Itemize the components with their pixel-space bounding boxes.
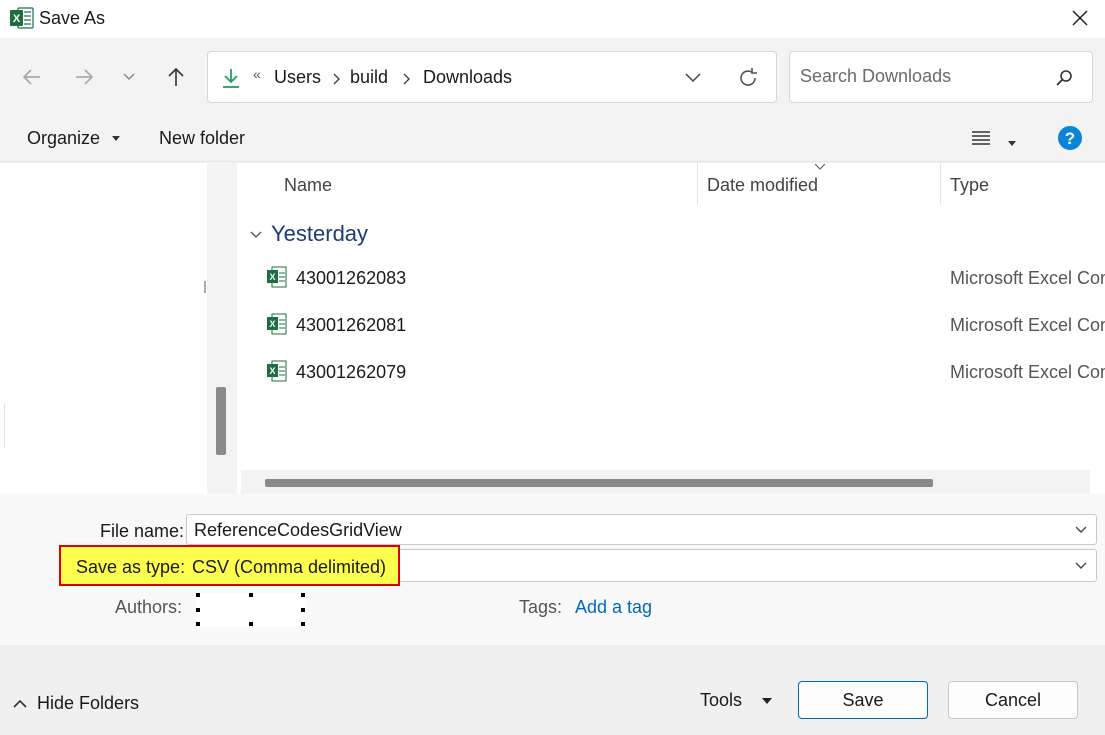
- arrow-up-icon: [168, 67, 184, 86]
- column-header-date-modified[interactable]: Date modified: [707, 175, 818, 196]
- list-view-icon: [972, 131, 990, 145]
- svg-text:X: X: [13, 13, 21, 25]
- hide-folders-button[interactable]: Hide Folders: [12, 693, 139, 714]
- hide-folders-label: Hide Folders: [37, 693, 140, 713]
- recent-locations-button[interactable]: [115, 63, 143, 91]
- navigation-pane[interactable]: [0, 163, 207, 494]
- title-bar: X Save As: [0, 0, 1105, 38]
- divider: [204, 281, 206, 293]
- refresh-icon[interactable]: [736, 66, 760, 90]
- add-tag-link[interactable]: Add a tag: [575, 597, 652, 618]
- view-options-button[interactable]: [970, 128, 1017, 153]
- breadcrumb-build[interactable]: build: [350, 67, 388, 88]
- excel-file-icon: X: [267, 313, 287, 335]
- save-as-type-label: Save as type:: [76, 557, 186, 577]
- svg-text:X: X: [269, 319, 275, 329]
- caret-down-icon: [112, 136, 121, 142]
- chevron-down-icon[interactable]: [1074, 523, 1088, 537]
- caret-down-icon: [762, 698, 773, 705]
- authors-field[interactable]: [196, 593, 306, 627]
- up-button[interactable]: [162, 63, 190, 91]
- search-input[interactable]: [800, 66, 1050, 87]
- file-list[interactable]: Name Date modified Type Yesterday X 4300…: [237, 163, 1105, 494]
- column-header-type[interactable]: Type: [950, 175, 989, 196]
- organize-menu[interactable]: Organize: [27, 128, 121, 149]
- breadcrumb-users[interactable]: Users: [274, 67, 321, 88]
- file-name: 43001262079: [296, 362, 407, 382]
- help-icon[interactable]: ?: [1057, 125, 1083, 151]
- chevron-right-icon: [403, 73, 410, 85]
- arrow-left-icon: [22, 69, 40, 85]
- file-name-value: ReferenceCodesGridView: [194, 520, 402, 540]
- close-icon[interactable]: [1068, 6, 1092, 30]
- cancel-button[interactable]: Cancel: [948, 681, 1078, 719]
- file-name: 43001262081: [296, 315, 407, 335]
- excel-file-icon: X: [267, 266, 287, 288]
- download-icon: [223, 69, 239, 88]
- svg-text:?: ?: [1065, 129, 1075, 148]
- file-type: Microsoft Excel Con: [950, 315, 1105, 335]
- address-bar[interactable]: « Users build Downloads: [207, 51, 777, 103]
- column-divider[interactable]: [940, 163, 941, 205]
- tools-label: Tools: [700, 690, 743, 710]
- breadcrumb-downloads[interactable]: Downloads: [423, 67, 512, 88]
- excel-icon: X: [10, 7, 34, 29]
- chevron-down-icon: [250, 231, 262, 239]
- svg-text:X: X: [269, 366, 275, 376]
- save-as-type-value[interactable]: CSV (Comma delimited): [192, 557, 386, 578]
- search-icon[interactable]: [1054, 68, 1074, 88]
- group-header-yesterday[interactable]: Yesterday: [249, 221, 368, 247]
- authors-label: Authors:: [115, 597, 183, 617]
- dialog-footer: [0, 645, 1105, 735]
- file-row[interactable]: X 43001262083 Microsoft Excel Con: [237, 258, 1105, 298]
- sort-descending-icon: [814, 163, 826, 170]
- file-name-label: File name:: [100, 521, 185, 541]
- chevron-down-icon[interactable]: [1074, 559, 1088, 573]
- file-name-field[interactable]: ReferenceCodesGridView: [186, 514, 1097, 545]
- tags-label: Tags:: [519, 597, 563, 617]
- search-box[interactable]: [789, 51, 1093, 103]
- chevron-down-icon: [123, 73, 135, 81]
- command-bar: Organize New folder ?: [0, 114, 1105, 162]
- breadcrumb-overflow[interactable]: «: [253, 66, 261, 82]
- file-type: Microsoft Excel Con: [950, 268, 1105, 288]
- arrow-right-icon: [76, 69, 94, 85]
- window-title: Save As: [39, 8, 106, 28]
- file-type: Microsoft Excel Con: [950, 362, 1105, 382]
- column-header-name[interactable]: Name: [284, 175, 332, 196]
- divider: [4, 404, 5, 448]
- forward-button[interactable]: [70, 63, 98, 91]
- navigation-bar: « Users build Downloads: [0, 38, 1105, 114]
- back-button[interactable]: [18, 63, 46, 91]
- file-row[interactable]: X 43001262079 Microsoft Excel Con: [237, 352, 1105, 392]
- save-button[interactable]: Save: [798, 681, 928, 719]
- horizontal-scroll-thumb[interactable]: [265, 479, 933, 487]
- tools-menu[interactable]: Tools: [700, 690, 773, 711]
- chevron-right-icon: [333, 73, 340, 85]
- file-name: 43001262083: [296, 268, 407, 288]
- chevron-up-icon: [13, 700, 27, 708]
- column-divider[interactable]: [697, 163, 698, 205]
- group-label: Yesterday: [271, 221, 369, 246]
- address-dropdown-icon[interactable]: [683, 70, 703, 86]
- svg-text:X: X: [269, 272, 275, 282]
- organize-label: Organize: [27, 128, 101, 148]
- excel-file-icon: X: [267, 360, 287, 382]
- caret-down-icon: [1008, 141, 1017, 146]
- navigation-pane-scroll-thumb[interactable]: [216, 387, 226, 455]
- file-row[interactable]: X 43001262081 Microsoft Excel Con: [237, 305, 1105, 345]
- new-folder-button[interactable]: New folder: [159, 128, 245, 149]
